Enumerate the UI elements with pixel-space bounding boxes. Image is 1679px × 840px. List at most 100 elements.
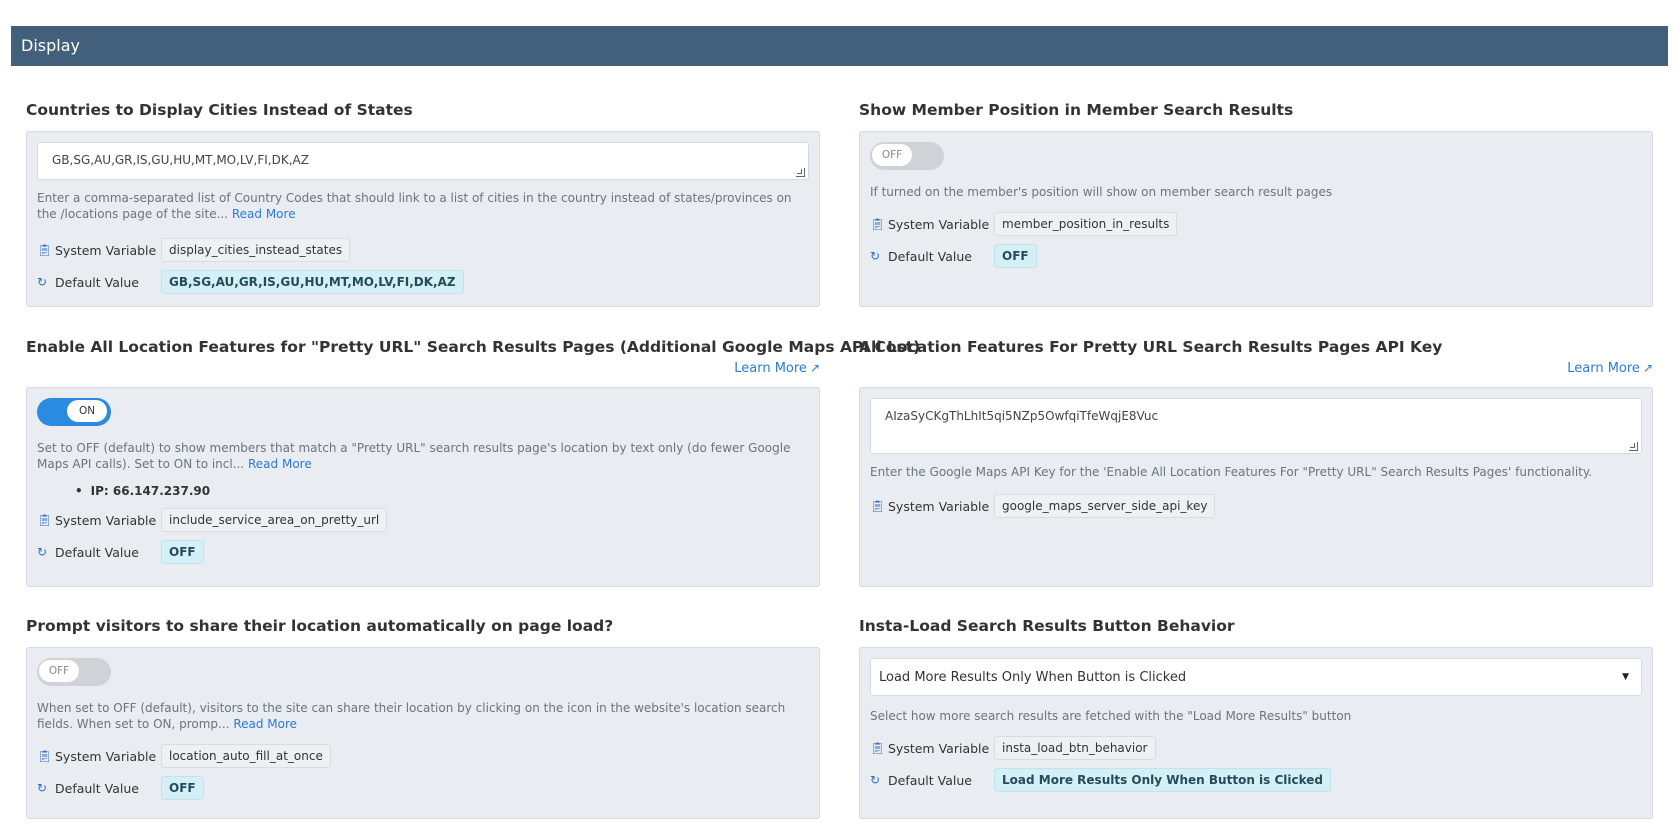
help-text: Set to OFF (default) to show members tha… [37, 440, 809, 472]
default-value: OFF [994, 244, 1037, 268]
default-value: OFF [161, 776, 204, 800]
member-position-setting: Show Member Position in Member Search Re… [859, 100, 1653, 307]
system-variable-row: 📋︎ System Variable insta_load_btn_behavio… [870, 736, 1642, 760]
caret-down-icon: ▼ [1622, 672, 1629, 682]
help-body: Enter a comma-separated list of Country … [37, 191, 792, 221]
help-body: Set to OFF (default) to show members tha… [37, 441, 791, 471]
system-variable-label: System Variable [888, 740, 990, 756]
toggle-state: OFF [39, 660, 79, 682]
copy-icon[interactable]: 📋︎ [37, 513, 55, 527]
ip-address: IP: 66.147.237.90 [75, 484, 809, 498]
help-text: Select how more search results are fetch… [870, 708, 1642, 724]
prompt-location-toggle[interactable]: OFF [37, 658, 111, 686]
help-text: When set to OFF (default), visitors to t… [37, 700, 809, 732]
resize-handle-icon[interactable] [796, 168, 805, 177]
read-more-link[interactable]: Read More [232, 207, 296, 221]
default-value-label: Default Value [55, 544, 139, 560]
help-body: Enter the Google Maps API Key for the 'E… [870, 465, 1593, 479]
refresh-icon: ↻ [37, 275, 48, 289]
countries-setting: Countries to Display Cities Instead of S… [26, 100, 820, 307]
refresh-icon: ↻ [37, 781, 48, 795]
learn-more-label: Learn More [1567, 361, 1640, 376]
default-value-row: ↻ Default Value OFF [37, 540, 809, 564]
toggle-state: ON [67, 400, 107, 422]
help-body: Select how more search results are fetch… [870, 709, 1352, 723]
external-link-icon: ↗ [1642, 361, 1653, 375]
learn-more-label: Learn More [734, 361, 807, 376]
default-value-label: Default Value [55, 274, 139, 290]
default-value-row: ↻ Default Value GB,SG,AU,GR,IS,GU,HU,MT,M… [37, 270, 809, 294]
setting-panel: Load More Results Only When Button is Cl… [859, 647, 1653, 819]
copy-icon[interactable]: 📋︎ [870, 217, 888, 231]
system-variable-value: insta_load_btn_behavior [994, 736, 1156, 760]
system-variable-value: display_cities_instead_states [161, 238, 351, 262]
system-variable-value: member_position_in_results [994, 212, 1178, 236]
api-key-textarea[interactable]: AIzaSyCKgThLhIt5qi5NZp5OwfqiTfeWqjE8Vuc [870, 398, 1642, 454]
setting-title: Insta-Load Search Results Button Behavio… [859, 617, 1235, 635]
insta-load-setting: Insta-Load Search Results Button Behavio… [859, 616, 1653, 819]
copy-icon[interactable]: 📋︎ [870, 499, 888, 513]
system-variable-row: 📋︎ System Variable google_maps_server_sid… [870, 494, 1642, 518]
location-features-toggle[interactable]: ON [37, 398, 111, 426]
system-variable-row: 📋︎ System Variable display_cities_instead… [37, 238, 809, 262]
read-more-link[interactable]: Read More [248, 457, 312, 471]
copy-icon[interactable]: 📋︎ [37, 749, 55, 763]
default-value-label: Default Value [888, 772, 972, 788]
resize-handle-icon[interactable] [1629, 442, 1638, 451]
default-value-row: ↻ Default Value OFF [37, 776, 809, 800]
default-value: Load More Results Only When Button is Cl… [994, 768, 1331, 792]
textarea-value: GB,SG,AU,GR,IS,GU,HU,MT,MO,LV,FI,DK,AZ [52, 153, 309, 167]
member-position-toggle[interactable]: OFF [870, 142, 944, 170]
setting-title: All Location Features For Pretty URL Sea… [859, 338, 1443, 356]
refresh-icon: ↻ [870, 773, 881, 787]
learn-more-link[interactable]: Learn More ↗ [26, 359, 820, 378]
section-header: Display [11, 26, 1668, 66]
system-variable-value: location_auto_fill_at_once [161, 744, 331, 768]
system-variable-label: System Variable [888, 498, 990, 514]
textarea-value: AIzaSyCKgThLhIt5qi5NZp5OwfqiTfeWqjE8Vuc [885, 409, 1159, 423]
insta-load-select[interactable]: Load More Results Only When Button is Cl… [870, 658, 1642, 696]
default-value-label: Default Value [55, 780, 139, 796]
system-variable-label: System Variable [888, 216, 990, 232]
default-value-row: ↻ Default Value OFF [870, 244, 1642, 268]
location-features-setting: Enable All Location Features for "Pretty… [26, 337, 921, 587]
external-link-icon: ↗ [809, 361, 820, 375]
countries-textarea[interactable]: GB,SG,AU,GR,IS,GU,HU,MT,MO,LV,FI,DK,AZ [37, 142, 809, 180]
system-variable-value: google_maps_server_side_api_key [994, 494, 1216, 518]
help-text: Enter the Google Maps API Key for the 'E… [870, 464, 1642, 480]
system-variable-label: System Variable [55, 242, 157, 258]
help-body: When set to OFF (default), visitors to t… [37, 701, 786, 731]
section-header-title: Display [21, 36, 80, 55]
setting-title: Enable All Location Features for "Pretty… [26, 338, 921, 356]
setting-panel: AIzaSyCKgThLhIt5qi5NZp5OwfqiTfeWqjE8Vuc … [859, 387, 1653, 587]
refresh-icon: ↻ [37, 545, 48, 559]
setting-title: Countries to Display Cities Instead of S… [26, 101, 413, 119]
prompt-location-setting: Prompt visitors to share their location … [26, 616, 820, 819]
system-variable-row: 📋︎ System Variable location_auto_fill_at_… [37, 744, 809, 768]
learn-more-link[interactable]: Learn More ↗ [859, 359, 1653, 378]
system-variable-label: System Variable [55, 512, 157, 528]
refresh-icon: ↻ [870, 249, 881, 263]
system-variable-label: System Variable [55, 748, 157, 764]
help-text: If turned on the member's position will … [870, 184, 1642, 200]
default-value: OFF [161, 540, 204, 564]
api-key-setting: All Location Features For Pretty URL Sea… [859, 337, 1653, 587]
setting-panel: OFF If turned on the member's position w… [859, 131, 1653, 307]
help-body: If turned on the member's position will … [870, 185, 1333, 199]
setting-panel: OFF When set to OFF (default), visitors … [26, 647, 820, 819]
setting-title: Show Member Position in Member Search Re… [859, 101, 1294, 119]
read-more-link[interactable]: Read More [233, 717, 297, 731]
setting-title: Prompt visitors to share their location … [26, 617, 614, 635]
setting-panel: GB,SG,AU,GR,IS,GU,HU,MT,MO,LV,FI,DK,AZ E… [26, 131, 820, 307]
setting-panel: ON Set to OFF (default) to show members … [26, 387, 820, 587]
default-value-label: Default Value [888, 248, 972, 264]
select-value: Load More Results Only When Button is Cl… [879, 669, 1187, 685]
toggle-state: OFF [872, 144, 912, 166]
system-variable-value: include_service_area_on_pretty_url [161, 508, 388, 532]
copy-icon[interactable]: 📋︎ [870, 741, 888, 755]
system-variable-row: 📋︎ System Variable member_position_in_res… [870, 212, 1642, 236]
default-value-row: ↻ Default Value Load More Results Only Wh… [870, 768, 1642, 792]
help-text: Enter a comma-separated list of Country … [37, 190, 809, 222]
system-variable-row: 📋︎ System Variable include_service_area_o… [37, 508, 809, 532]
copy-icon[interactable]: 📋︎ [37, 243, 55, 257]
